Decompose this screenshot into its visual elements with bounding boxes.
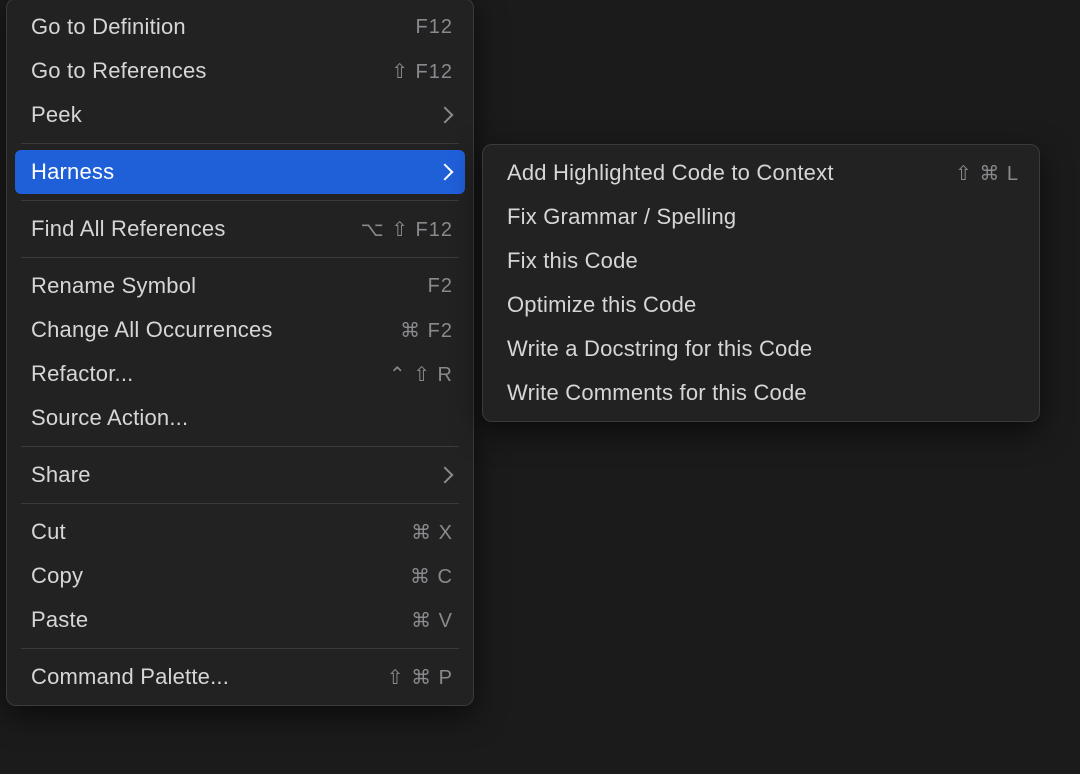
- menu-separator: [21, 257, 459, 258]
- menu-item-go-to-references[interactable]: Go to References ⇧ F12: [7, 49, 473, 93]
- menu-separator: [21, 648, 459, 649]
- menu-item-label: Go to Definition: [31, 14, 186, 40]
- menu-item-label: Source Action...: [31, 405, 188, 431]
- submenu-indicator: [439, 109, 453, 121]
- menu-item-label: Rename Symbol: [31, 273, 196, 299]
- menu-item-label: Refactor...: [31, 361, 133, 387]
- submenu-indicator: [439, 166, 453, 178]
- chevron-right-icon: [437, 107, 454, 124]
- context-menu: Go to Definition F12 Go to References ⇧ …: [6, 0, 474, 706]
- submenu-item-optimize-this-code[interactable]: Optimize this Code: [483, 283, 1039, 327]
- menu-item-share[interactable]: Share: [7, 453, 473, 497]
- menu-item-source-action[interactable]: Source Action...: [7, 396, 473, 440]
- menu-item-shortcut: F2: [428, 275, 453, 298]
- menu-item-shortcut: ⇧ ⌘ L: [955, 161, 1019, 186]
- menu-item-refactor[interactable]: Refactor... ⌃ ⇧ R: [7, 352, 473, 396]
- harness-submenu: Add Highlighted Code to Context ⇧ ⌘ L Fi…: [482, 144, 1040, 422]
- menu-item-label: Harness: [31, 159, 114, 185]
- menu-item-label: Paste: [31, 607, 88, 633]
- menu-item-label: Peek: [31, 102, 82, 128]
- menu-item-label: Cut: [31, 519, 66, 545]
- menu-item-label: Optimize this Code: [507, 292, 696, 318]
- menu-item-shortcut: F12: [416, 16, 453, 39]
- menu-item-paste[interactable]: Paste ⌘ V: [7, 598, 473, 642]
- chevron-right-icon: [437, 467, 454, 484]
- menu-item-cut[interactable]: Cut ⌘ X: [7, 510, 473, 554]
- menu-item-label: Change All Occurrences: [31, 317, 273, 343]
- menu-item-label: Command Palette...: [31, 664, 229, 690]
- submenu-item-fix-this-code[interactable]: Fix this Code: [483, 239, 1039, 283]
- menu-separator: [21, 503, 459, 504]
- menu-item-shortcut: ⌘ F2: [400, 318, 453, 343]
- submenu-item-fix-grammar-spelling[interactable]: Fix Grammar / Spelling: [483, 195, 1039, 239]
- menu-item-peek[interactable]: Peek: [7, 93, 473, 137]
- submenu-item-write-docstring[interactable]: Write a Docstring for this Code: [483, 327, 1039, 371]
- menu-item-shortcut: ⌘ X: [411, 520, 453, 545]
- menu-item-command-palette[interactable]: Command Palette... ⇧ ⌘ P: [7, 655, 473, 699]
- menu-item-label: Go to References: [31, 58, 207, 84]
- menu-item-harness[interactable]: Harness: [15, 150, 465, 194]
- submenu-item-add-highlighted-code[interactable]: Add Highlighted Code to Context ⇧ ⌘ L: [483, 151, 1039, 195]
- menu-item-label: Copy: [31, 563, 83, 589]
- menu-item-label: Write a Docstring for this Code: [507, 336, 812, 362]
- menu-item-label: Fix this Code: [507, 248, 638, 274]
- chevron-right-icon: [437, 164, 454, 181]
- menu-item-shortcut: ⌃ ⇧ R: [389, 362, 453, 387]
- menu-item-label: Find All References: [31, 216, 226, 242]
- menu-separator: [21, 143, 459, 144]
- menu-item-label: Add Highlighted Code to Context: [507, 160, 834, 186]
- menu-item-label: Fix Grammar / Spelling: [507, 204, 736, 230]
- menu-item-find-all-references[interactable]: Find All References ⌥ ⇧ F12: [7, 207, 473, 251]
- menu-item-rename-symbol[interactable]: Rename Symbol F2: [7, 264, 473, 308]
- menu-separator: [21, 446, 459, 447]
- menu-item-copy[interactable]: Copy ⌘ C: [7, 554, 473, 598]
- menu-item-shortcut: ⌘ C: [410, 564, 453, 589]
- menu-item-label: Share: [31, 462, 91, 488]
- menu-item-change-all-occurrences[interactable]: Change All Occurrences ⌘ F2: [7, 308, 473, 352]
- menu-item-shortcut: ⇧ ⌘ P: [387, 665, 453, 690]
- menu-item-shortcut: ⇧ F12: [391, 59, 453, 84]
- menu-item-go-to-definition[interactable]: Go to Definition F12: [7, 5, 473, 49]
- menu-item-label: Write Comments for this Code: [507, 380, 807, 406]
- menu-item-shortcut: ⌘ V: [411, 608, 453, 633]
- menu-separator: [21, 200, 459, 201]
- submenu-indicator: [439, 469, 453, 481]
- menu-item-shortcut: ⌥ ⇧ F12: [361, 217, 453, 242]
- submenu-item-write-comments[interactable]: Write Comments for this Code: [483, 371, 1039, 415]
